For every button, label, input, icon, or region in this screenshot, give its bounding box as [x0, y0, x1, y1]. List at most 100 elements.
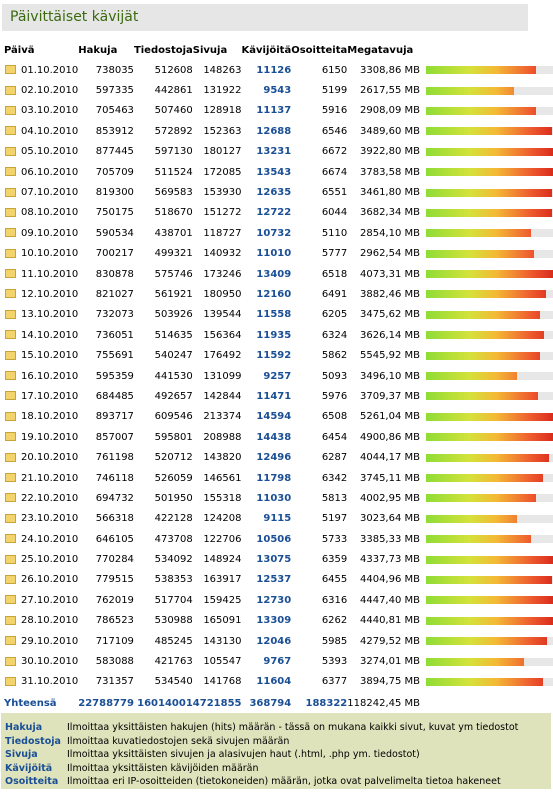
- row-date: 21.10.2010: [4, 468, 78, 488]
- traffic-bar-fill: [426, 229, 532, 238]
- row-date-text: 11.10.2010: [21, 268, 79, 280]
- row-hakuja: 566318: [95, 513, 134, 525]
- table-row: 19.10.2010 857007 595801 208988 14438 6454 490…: [4, 427, 553, 447]
- row-megatavuja: 3894,75 MB: [359, 676, 421, 688]
- row-tiedostoja: 569583: [154, 187, 193, 199]
- legend-row: Osoitteita Ilmoittaa eri IP-osoitteiden (…: [5, 775, 518, 789]
- row-hakuja: 830878: [95, 268, 134, 280]
- row-sivuja: 139544: [203, 309, 242, 321]
- folder-icon: [5, 452, 16, 462]
- row-date: 12.10.2010: [4, 284, 78, 304]
- row-sivuja: 148263: [203, 64, 242, 76]
- legend-row: Hakuja Ilmoittaa yksittäisten hakujen (hi…: [5, 721, 518, 735]
- row-tiedostoja: 597130: [154, 146, 193, 158]
- row-bar-cell: [420, 80, 553, 100]
- traffic-bar-fill: [426, 453, 550, 462]
- row-kavijoita: 12046: [256, 635, 292, 647]
- row-sivuja: 155318: [203, 492, 242, 504]
- traffic-bar: [426, 372, 553, 381]
- row-date-text: 25.10.2010: [21, 554, 79, 566]
- row-date-text: 12.10.2010: [21, 288, 79, 300]
- row-kavijoita: 13309: [256, 615, 292, 627]
- row-osoitteita: 6672: [321, 146, 348, 158]
- row-kavijoita: 9257: [263, 370, 292, 382]
- row-osoitteita: 6287: [321, 452, 348, 464]
- total-osoitteita: 188322: [305, 697, 348, 709]
- row-megatavuja: 3922,80 MB: [359, 146, 421, 158]
- row-kavijoita: 11126: [256, 64, 292, 76]
- row-sivuja: 176492: [203, 350, 242, 362]
- legend-key[interactable]: Sivuja: [5, 748, 67, 762]
- row-kavijoita: 12635: [256, 187, 292, 199]
- table-row: 23.10.2010 566318 422128 124208 9115 5197 3023…: [4, 509, 553, 529]
- row-hakuja: 717109: [95, 635, 134, 647]
- row-megatavuja: 4044,17 MB: [359, 452, 421, 464]
- legend-key[interactable]: Osoitteita: [5, 775, 67, 789]
- row-kavijoita: 13409: [256, 268, 292, 280]
- row-sivuja: 172085: [203, 166, 242, 178]
- header-date: Päivä: [4, 44, 35, 56]
- traffic-bar: [426, 535, 553, 544]
- row-bar-cell: [420, 590, 553, 610]
- folder-icon: [5, 228, 16, 238]
- row-osoitteita: 6454: [321, 431, 348, 443]
- row-hakuja: 700217: [95, 248, 134, 260]
- header-osoitteita: Osoitteita: [291, 44, 348, 56]
- legend-key[interactable]: Tiedostoja: [5, 735, 67, 749]
- table-row: 07.10.2010 819300 569583 153930 12635 6551 346…: [4, 182, 553, 202]
- traffic-bar: [426, 433, 553, 442]
- traffic-bar: [426, 270, 553, 279]
- row-sivuja: 163917: [203, 574, 242, 586]
- row-megatavuja: 4073,31 MB: [359, 268, 421, 280]
- row-hakuja: 590534: [95, 227, 134, 239]
- row-date-text: 04.10.2010: [21, 125, 79, 137]
- traffic-bar: [426, 596, 553, 605]
- row-kavijoita: 12730: [256, 594, 292, 606]
- legend-key[interactable]: Kävijöitä: [5, 762, 67, 776]
- table-row: 31.10.2010 731357 534540 141768 11604 6377 389…: [4, 672, 553, 692]
- traffic-bar: [426, 147, 553, 156]
- table-row: 13.10.2010 732073 503926 139544 11558 6205 347…: [4, 305, 553, 325]
- traffic-bar: [426, 66, 553, 75]
- row-date-text: 06.10.2010: [21, 166, 79, 178]
- legend-table: Hakuja Ilmoittaa yksittäisten hakujen (hi…: [5, 721, 518, 789]
- row-kavijoita: 10506: [256, 533, 292, 545]
- table-row: 14.10.2010 736051 514635 156364 11935 6324 362…: [4, 325, 553, 345]
- row-tiedostoja: 511524: [154, 166, 193, 178]
- row-date-text: 16.10.2010: [21, 370, 79, 382]
- row-megatavuja: 4404,96 MB: [359, 574, 421, 586]
- row-kavijoita: 11935: [256, 329, 292, 341]
- folder-icon: [5, 574, 16, 584]
- traffic-bar-fill: [426, 168, 553, 177]
- row-tiedostoja: 534092: [154, 554, 193, 566]
- row-bar-cell: [420, 468, 553, 488]
- row-tiedostoja: 501950: [154, 492, 193, 504]
- row-kavijoita: 11471: [256, 390, 292, 402]
- folder-icon: [5, 534, 16, 544]
- row-sivuja: 152363: [203, 125, 242, 137]
- row-osoitteita: 6342: [321, 472, 348, 484]
- row-kavijoita: 11798: [256, 472, 292, 484]
- row-bar-cell: [420, 631, 553, 651]
- row-osoitteita: 6377: [321, 676, 348, 688]
- traffic-bar: [426, 677, 553, 686]
- row-tiedostoja: 530988: [154, 615, 193, 627]
- row-hakuja: 750175: [95, 207, 134, 219]
- row-bar-cell: [420, 284, 553, 304]
- row-osoitteita: 6044: [321, 207, 348, 219]
- legend-key[interactable]: Hakuja: [5, 721, 67, 735]
- folder-icon: [5, 432, 16, 442]
- row-date-text: 13.10.2010: [21, 309, 79, 321]
- row-tiedostoja: 595801: [154, 431, 193, 443]
- row-bar-cell: [420, 651, 553, 671]
- row-date: 16.10.2010: [4, 366, 78, 386]
- row-osoitteita: 6262: [321, 615, 348, 627]
- folder-icon: [5, 493, 16, 503]
- row-date-text: 08.10.2010: [21, 207, 79, 219]
- row-kavijoita: 9543: [263, 85, 292, 97]
- legend-row: Sivuja Ilmoittaa yksittäisten sivujen ja …: [5, 748, 518, 762]
- row-osoitteita: 5199: [321, 85, 348, 97]
- row-megatavuja: 3783,58 MB: [359, 166, 421, 178]
- row-bar-cell: [420, 549, 553, 569]
- legend-description: Ilmoittaa yksittäisten kävijöiden määrän: [67, 762, 259, 774]
